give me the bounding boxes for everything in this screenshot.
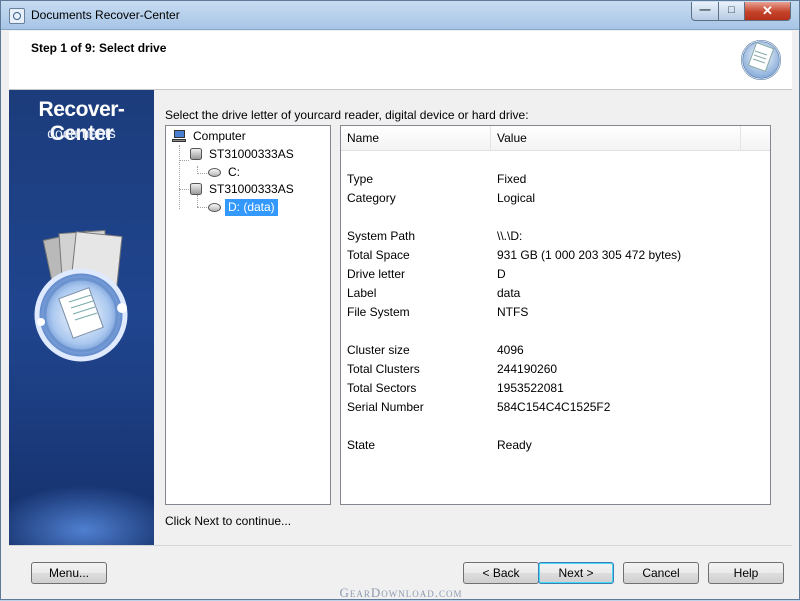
banner-glow bbox=[9, 485, 154, 545]
tree-item-computer[interactable]: Computer bbox=[172, 128, 249, 145]
property-row[interactable]: Total Space 931 GB (1 000 203 305 472 byt… bbox=[341, 246, 770, 265]
hard-disk-icon bbox=[190, 183, 202, 195]
app-icon[interactable] bbox=[9, 8, 25, 24]
tree-item-disk[interactable]: ST31000333AS bbox=[190, 181, 297, 198]
property-row[interactable]: Total Clusters 244190260 bbox=[341, 360, 770, 379]
cancel-button[interactable]: Cancel bbox=[623, 562, 699, 584]
minimize-button[interactable]: — bbox=[691, 2, 719, 21]
continue-hint: Click Next to continue... bbox=[165, 514, 292, 528]
close-button[interactable]: ✕ bbox=[744, 2, 791, 21]
instruction-text: Select the drive letter of yourcard read… bbox=[165, 108, 529, 122]
property-row[interactable]: State Ready bbox=[341, 436, 770, 455]
column-header-name[interactable]: Name bbox=[341, 126, 491, 150]
tree-item-volume-selected[interactable]: D: (data) bbox=[208, 199, 278, 216]
volume-icon bbox=[208, 168, 221, 177]
maximize-button[interactable]: □ bbox=[718, 2, 745, 21]
volume-icon bbox=[208, 203, 221, 212]
drive-tree[interactable]: Computer ST31000333AS C: ST31000333AS D:… bbox=[165, 125, 331, 505]
step-title: Step 1 of 9: Select drive bbox=[31, 41, 167, 55]
column-header-value[interactable]: Value bbox=[491, 126, 741, 150]
property-row[interactable]: Label data bbox=[341, 284, 770, 303]
window-title: Documents Recover-Center bbox=[31, 8, 180, 22]
property-row[interactable]: Total Sectors 1953522081 bbox=[341, 379, 770, 398]
tree-item-disk[interactable]: ST31000333AS bbox=[190, 146, 297, 163]
property-row[interactable]: Serial Number 584C154C4C1525F2 bbox=[341, 398, 770, 417]
hard-disk-icon bbox=[190, 148, 202, 160]
properties-header: Name Value bbox=[341, 126, 770, 151]
next-button[interactable]: Next > bbox=[538, 562, 614, 584]
property-row[interactable]: Category Logical bbox=[341, 189, 770, 208]
wizard-header: Step 1 of 9: Select drive bbox=[9, 31, 792, 90]
computer-icon bbox=[172, 130, 186, 142]
property-row[interactable]: Drive letter D bbox=[341, 265, 770, 284]
app-window: Documents Recover-Center — □ ✕ Step 1 of… bbox=[0, 0, 800, 600]
property-row[interactable]: File System NTFS bbox=[341, 303, 770, 322]
drive-properties-list[interactable]: Name Value Type Fixed Category Logical Sys… bbox=[340, 125, 771, 505]
watermark: GearDownload.com bbox=[339, 585, 463, 600]
property-row[interactable]: Cluster size 4096 bbox=[341, 341, 770, 360]
title-bar[interactable]: Documents Recover-Center — □ ✕ bbox=[1, 1, 799, 30]
back-button[interactable]: < Back bbox=[463, 562, 539, 584]
tree-item-volume[interactable]: C: bbox=[208, 164, 243, 181]
document-globe-icon bbox=[741, 40, 781, 80]
help-button[interactable]: Help bbox=[708, 562, 784, 584]
property-row[interactable]: Type Fixed bbox=[341, 170, 770, 189]
menu-button[interactable]: Menu... bbox=[31, 562, 107, 584]
documents-ring-icon bbox=[34, 229, 128, 362]
brand-subtitle: documents bbox=[47, 125, 116, 141]
side-banner: Recover-Center documents bbox=[9, 90, 154, 545]
property-row[interactable]: System Path \\.\D: bbox=[341, 227, 770, 246]
